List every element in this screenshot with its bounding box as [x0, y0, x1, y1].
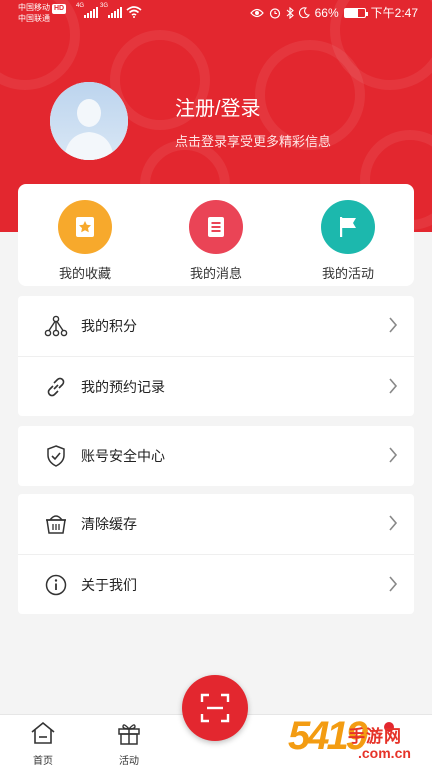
- menu-item-reservations[interactable]: 我的预约记录: [18, 356, 414, 416]
- quick-messages-label: 我的消息: [189, 266, 242, 281]
- carrier-1-name: 中国移动: [18, 3, 50, 12]
- basket-icon: [44, 512, 68, 536]
- signal-icon: [84, 6, 98, 18]
- points-tree-icon: [44, 314, 68, 338]
- flag-icon: [340, 217, 356, 237]
- watermark-domain: .com.cn: [358, 745, 411, 761]
- carrier-1: 中国移动 HD: [18, 3, 67, 14]
- signal-icon: [108, 6, 122, 18]
- wifi-icon: [126, 6, 142, 18]
- quick-favorites[interactable]: 我的收藏: [40, 200, 130, 282]
- menu-item-about-label: 关于我们: [81, 576, 137, 593]
- chevron-right-icon: [389, 576, 398, 592]
- bluetooth-icon: [286, 6, 294, 19]
- quick-favorites-label: 我的收藏: [58, 266, 111, 281]
- nav-home-label: 首页: [33, 756, 53, 767]
- quick-activities[interactable]: 我的活动: [303, 200, 393, 282]
- watermark-title: 手游网: [348, 727, 402, 746]
- quick-activities-label: 我的活动: [321, 266, 374, 281]
- status-bar: 中国移动 HD 中国联通 4G 3G 66% 下午2:47: [0, 0, 432, 28]
- eye-icon: [249, 8, 264, 17]
- message-list-icon: [208, 217, 224, 237]
- user-silhouette-icon: [50, 82, 128, 160]
- nav-home[interactable]: 首页: [20, 721, 66, 767]
- home-icon: [31, 721, 55, 744]
- shield-check-icon: [44, 444, 68, 468]
- messages-icon-bg: [189, 200, 243, 254]
- nav-activity-label: 活动: [119, 756, 139, 767]
- carrier-2-name: 中国联通: [18, 14, 50, 23]
- moon-icon: [298, 7, 310, 18]
- network-type-2: 3G: [100, 3, 109, 9]
- site-watermark: 5419 手游网 .com.cn: [288, 712, 432, 768]
- chevron-right-icon: [389, 447, 398, 463]
- star-bookmark-icon: [76, 217, 94, 237]
- menu-item-security[interactable]: 账号安全中心: [18, 426, 414, 486]
- activities-icon-bg: [321, 200, 375, 254]
- menu-item-clear-cache-label: 清除缓存: [81, 516, 137, 532]
- menu-group-security: 账号安全中心: [18, 426, 414, 486]
- chevron-right-icon: [389, 317, 398, 333]
- hd-badge: HD: [52, 4, 67, 14]
- status-right: 66% 下午2:47: [249, 4, 418, 21]
- gift-icon: [118, 724, 140, 745]
- link-icon: [44, 375, 68, 399]
- avatar[interactable]: [50, 82, 128, 160]
- scan-icon: [200, 693, 230, 723]
- menu-item-points-label: 我的积分: [81, 318, 137, 334]
- menu-group-account: 我的积分 我的预约记录: [18, 296, 414, 416]
- menu-group-app: 清除缓存 关于我们: [18, 494, 414, 614]
- chevron-right-icon: [389, 378, 398, 394]
- clock: 下午2:47: [370, 6, 418, 20]
- menu-item-about[interactable]: 关于我们: [18, 554, 414, 614]
- chevron-right-icon: [389, 515, 398, 531]
- quick-actions-card: 我的收藏 我的消息 我的活动: [18, 184, 414, 286]
- info-icon: [44, 573, 68, 597]
- menu-item-points[interactable]: 我的积分: [18, 296, 414, 356]
- alarm-icon: [269, 7, 280, 19]
- login-hint: 点击登录享受更多精彩信息: [175, 134, 332, 149]
- quick-messages[interactable]: 我的消息: [171, 200, 261, 282]
- battery-percent: 66%: [314, 5, 339, 20]
- menu-item-clear-cache[interactable]: 清除缓存: [18, 494, 414, 554]
- menu-item-security-label: 账号安全中心: [81, 448, 165, 464]
- scan-button[interactable]: [182, 675, 248, 741]
- login-register-link[interactable]: 注册/登录: [175, 92, 261, 121]
- menu-item-reservations-label: 我的预约记录: [81, 378, 165, 395]
- favorites-icon-bg: [58, 200, 112, 254]
- nav-activity[interactable]: 活动: [106, 721, 152, 767]
- network-type-1: 4G: [76, 3, 85, 9]
- battery-icon: [343, 7, 368, 18]
